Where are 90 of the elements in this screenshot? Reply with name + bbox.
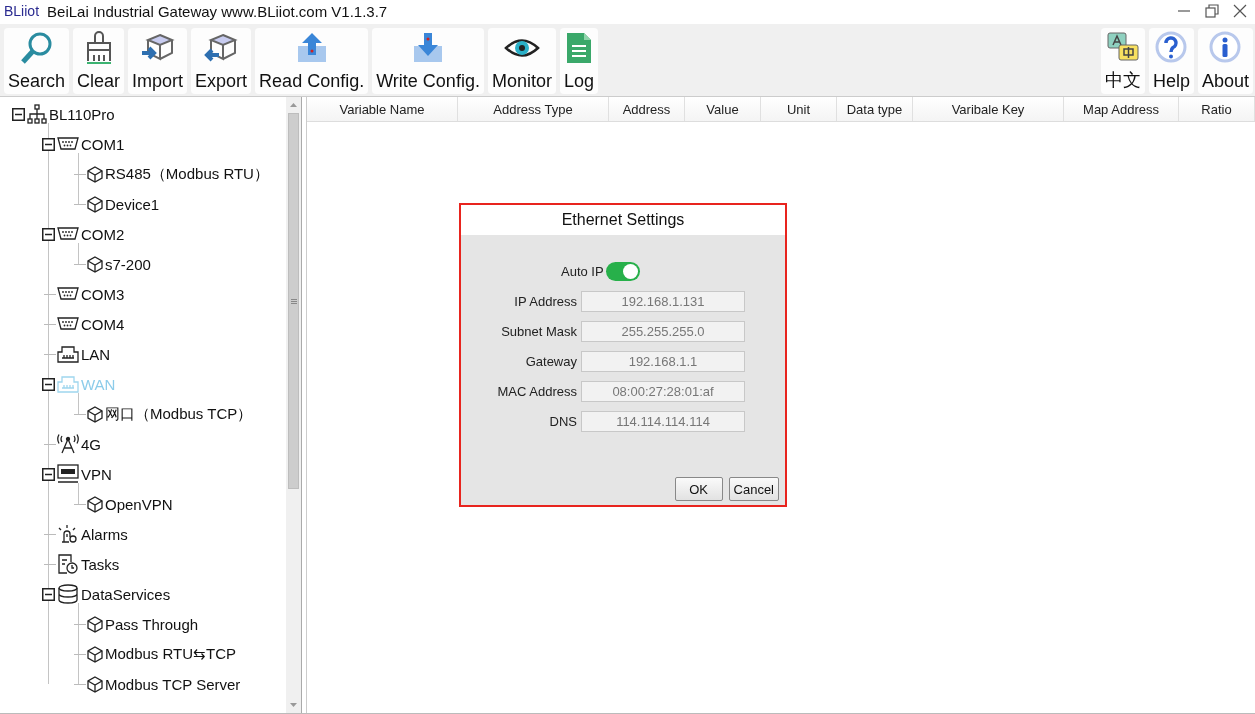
tree-item[interactable]: LAN	[81, 345, 111, 363]
toolbar-button[interactable]: Search	[4, 28, 70, 94]
collapse-toggle-icon[interactable]	[41, 227, 55, 241]
toolbar-button[interactable]: Clear	[73, 28, 125, 94]
column-header[interactable]: Variable Name	[307, 97, 458, 121]
dialog-title: Ethernet Settings	[461, 205, 785, 235]
scrollbar-thumb[interactable]	[288, 113, 299, 489]
ethernet-port-icon	[57, 345, 79, 363]
column-header[interactable]: Address Type	[458, 97, 609, 121]
tree-item[interactable]: RS485（Modbus RTU）	[105, 164, 269, 184]
restore-icon[interactable]	[1205, 4, 1219, 18]
tree-item[interactable]: COM1	[81, 135, 125, 153]
vpn-monitor-icon	[57, 464, 79, 484]
serial-port-icon	[57, 317, 79, 331]
document-icon	[564, 31, 593, 65]
column-header[interactable]: Data type	[837, 97, 913, 121]
field-label: IP Address	[513, 293, 577, 309]
tree-item[interactable]: Alarms	[81, 525, 128, 543]
field-label: Subnet Mask	[500, 323, 577, 339]
grip-icon	[290, 298, 297, 304]
help-icon	[1155, 31, 1188, 63]
input-field[interactable]: 08:00:27:28:01:af	[581, 380, 745, 402]
tree-item[interactable]: Device1	[105, 195, 160, 213]
field-label: MAC Address	[496, 383, 577, 399]
toolbar-button[interactable]: Log	[559, 28, 598, 94]
field-label: Gateway	[524, 353, 577, 369]
cube-icon	[87, 675, 103, 693]
dialog-button[interactable]: Cancel	[728, 477, 779, 501]
column-header[interactable]: Value	[685, 97, 761, 121]
antenna-icon	[57, 434, 79, 454]
toolbar-button[interactable]: Help	[1148, 28, 1194, 94]
tree-item[interactable]: Tasks	[81, 555, 120, 573]
cube-icon	[87, 255, 103, 273]
cube-icon	[87, 405, 103, 423]
close-icon[interactable]	[1233, 4, 1247, 18]
network-icon	[27, 104, 47, 124]
alarm-light-icon	[57, 524, 79, 544]
tree-item[interactable]: BL110Pro	[49, 105, 115, 123]
tree-item[interactable]: s7-200	[105, 255, 151, 273]
column-header[interactable]: Varibale Key	[913, 97, 1064, 121]
collapse-toggle-icon[interactable]	[11, 107, 25, 121]
cube-icon	[87, 615, 103, 633]
tree-item[interactable]: COM4	[81, 315, 125, 333]
collapse-toggle-icon[interactable]	[41, 377, 55, 391]
toolbar-button[interactable]: Read Config.	[255, 28, 369, 94]
serial-port-icon	[57, 137, 79, 151]
search-icon	[19, 31, 54, 65]
collapse-toggle-icon[interactable]	[41, 137, 55, 151]
tree-item[interactable]: COM3	[81, 285, 125, 303]
toolbar-button[interactable]: Export	[191, 28, 252, 94]
collapse-toggle-icon[interactable]	[41, 587, 55, 601]
cube-icon	[87, 645, 103, 663]
toolbar-button[interactable]: Write Config.	[372, 28, 484, 94]
tree-item[interactable]: DataServices	[81, 585, 171, 603]
tree-item[interactable]: Modbus RTU⇆TCP	[105, 645, 237, 663]
tree-item[interactable]: Modbus TCP Server	[105, 675, 241, 693]
ethernet-port-icon	[57, 375, 79, 393]
tree-item[interactable]: OpenVPN	[105, 495, 173, 513]
column-header[interactable]: Ratio	[1179, 97, 1255, 121]
tree-item[interactable]: 网口（Modbus TCP）	[105, 404, 253, 424]
cube-icon	[87, 495, 103, 513]
info-icon	[1209, 31, 1242, 63]
collapse-toggle-icon[interactable]	[41, 467, 55, 481]
cube-icon	[87, 165, 103, 183]
column-header[interactable]: Map Address	[1064, 97, 1179, 121]
column-header[interactable]: Address	[609, 97, 685, 121]
toolbar-button[interactable]: 中文	[1100, 28, 1145, 94]
toolbar-button[interactable]: Monitor	[487, 28, 556, 94]
field-label: DNS	[548, 413, 577, 429]
tree-item[interactable]: 4G	[81, 435, 101, 453]
tree-item[interactable]: COM2	[81, 225, 125, 243]
input-field[interactable]: 192.168.1.131	[581, 290, 745, 312]
app-logo: BLiiot	[4, 3, 40, 19]
toolbar-button[interactable]: Import	[128, 28, 188, 94]
database-icon	[57, 584, 79, 604]
field-label: Auto IP	[561, 263, 604, 279]
dialog-button[interactable]: OK	[674, 477, 723, 501]
window-title: BeiLai Industrial Gateway www.BLiiot.com V1.1.3.7	[47, 2, 388, 20]
serial-port-icon	[57, 227, 79, 241]
toggle-switch[interactable]	[605, 261, 640, 281]
input-field[interactable]: 192.168.1.1	[581, 350, 745, 372]
input-field[interactable]: 114.114.114.114	[581, 410, 745, 432]
tree-item[interactable]: VPN	[81, 465, 112, 483]
cube-icon	[87, 195, 103, 213]
toolbar-button[interactable]: About	[1197, 28, 1253, 94]
tree-item[interactable]: Pass Through	[105, 615, 199, 633]
column-header[interactable]: Unit	[761, 97, 837, 121]
serial-port-icon	[57, 287, 79, 301]
input-field[interactable]: 255.255.255.0	[581, 320, 745, 342]
schedule-icon	[57, 554, 79, 574]
